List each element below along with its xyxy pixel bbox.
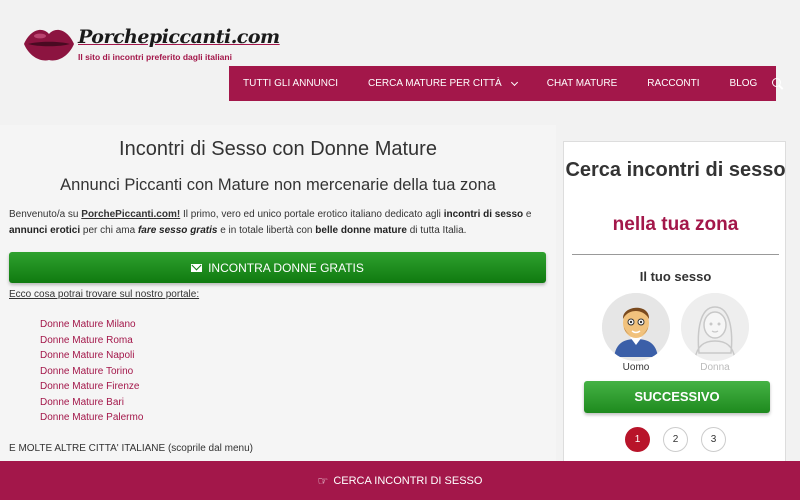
- incontra-donne-button[interactable]: INCONTRA DONNE GRATIS: [9, 252, 546, 283]
- step-3: 3: [701, 427, 726, 452]
- intro-bold: annunci erotici: [9, 225, 81, 236]
- site-logo[interactable]: Porchepiccanti.com Il sito di incontri p…: [22, 22, 280, 72]
- logo-text: Porchepiccanti.com: [78, 26, 280, 48]
- city-link[interactable]: Donne Mature Roma: [40, 333, 143, 349]
- main-nav: TUTTI GLI ANNUNCI CERCA MATURE PER CITTÀ…: [229, 66, 782, 101]
- city-link[interactable]: Donne Mature Napoli: [40, 348, 143, 364]
- city-link[interactable]: Donne Mature Bari: [40, 395, 143, 411]
- search-widget: Cerca incontri di sesso nella tua zona I…: [563, 141, 786, 466]
- intro-bold: belle donne mature: [315, 225, 407, 236]
- nav-item-chat-mature[interactable]: CHAT MATURE: [532, 66, 633, 101]
- man-option-label[interactable]: Uomo: [602, 362, 670, 373]
- sex-label: Il tuo sesso: [639, 269, 712, 284]
- widget-subtitle: nella tua zona: [612, 214, 739, 235]
- intro-text: e: [523, 209, 532, 220]
- page-title: Incontri di Sesso con Donne Mature: [119, 138, 437, 160]
- next-button[interactable]: SUCCESSIVO: [584, 381, 770, 413]
- step-indicator: 1 2 3: [564, 427, 787, 452]
- nav-item-label: TUTTI GLI ANNUNCI: [243, 78, 339, 89]
- site-link[interactable]: PorchePiccanti.com!: [81, 209, 180, 220]
- nav-item-label: BLOG: [729, 78, 758, 89]
- nav-item-label: CHAT MATURE: [546, 78, 618, 89]
- intro-text: per chi ama: [80, 225, 138, 236]
- main-content: Incontri di Sesso con Donne Mature Annun…: [0, 125, 556, 465]
- city-list: Donne Mature Milano Donne Mature Roma Do…: [40, 317, 143, 426]
- woman-avatar-icon: [681, 293, 749, 361]
- intro-text: e in totale libertà con: [217, 225, 316, 236]
- cta-label: INCONTRA DONNE GRATIS: [208, 260, 364, 275]
- envelope-icon: [191, 263, 203, 272]
- nav-item-cerca-mature-citta[interactable]: CERCA MATURE PER CITTÀ: [353, 66, 532, 101]
- man-avatar-option[interactable]: [602, 293, 670, 361]
- city-link[interactable]: Donne Mature Milano: [40, 317, 143, 333]
- nav-item-racconti[interactable]: RACCONTI: [632, 66, 714, 101]
- woman-option-label[interactable]: Donna: [681, 362, 749, 373]
- intro-text: Benvenuto/a su: [9, 209, 82, 220]
- sticky-cta-label: CERCA INCONTRI DI SESSO: [333, 474, 483, 487]
- divider: [572, 254, 779, 255]
- city-link[interactable]: Donne Mature Torino: [40, 364, 143, 380]
- city-link[interactable]: Donne Mature Firenze: [40, 379, 143, 395]
- nav-item-tutti-annunci[interactable]: TUTTI GLI ANNUNCI: [229, 66, 353, 101]
- widget-title: Cerca incontri di sesso: [565, 159, 786, 181]
- intro-text: di tutta Italia.: [406, 225, 467, 236]
- page-subtitle: Annunci Piccanti con Mature non mercenar…: [60, 176, 496, 194]
- lips-logo-icon: [24, 29, 74, 61]
- portal-note: Ecco cosa potrai trovare sul nostro port…: [9, 289, 200, 300]
- step-1: 1: [625, 427, 650, 452]
- city-link[interactable]: Donne Mature Palermo: [40, 410, 143, 426]
- intro-text: Il primo, vero ed unico portale erotico …: [180, 209, 444, 220]
- nav-item-label: RACCONTI: [647, 78, 700, 89]
- step-2: 2: [663, 427, 688, 452]
- intro-bold: incontri di sesso: [443, 209, 524, 220]
- more-cities-text: E MOLTE ALTRE CITTA' ITALIANE (scoprile …: [9, 443, 254, 454]
- chevron-down-icon: [510, 78, 518, 86]
- nav-item-blog[interactable]: BLOG: [715, 66, 773, 101]
- intro-paragraph: Benvenuto/a su PorchePiccanti.com! Il pr…: [9, 207, 549, 239]
- hand-pointer-icon: ☞: [317, 473, 329, 488]
- woman-avatar-option[interactable]: [681, 293, 749, 361]
- intro-bold-italic: fare sesso gratis: [137, 225, 218, 236]
- sticky-cta-bar[interactable]: ☞ CERCA INCONTRI DI SESSO: [0, 461, 800, 500]
- nav-item-label: CERCA MATURE PER CITTÀ: [368, 78, 502, 89]
- man-avatar-icon: [602, 293, 670, 361]
- logo-tagline: Il sito di incontri preferito dagli ital…: [78, 52, 232, 62]
- site-header: Porchepiccanti.com Il sito di incontri p…: [0, 0, 800, 125]
